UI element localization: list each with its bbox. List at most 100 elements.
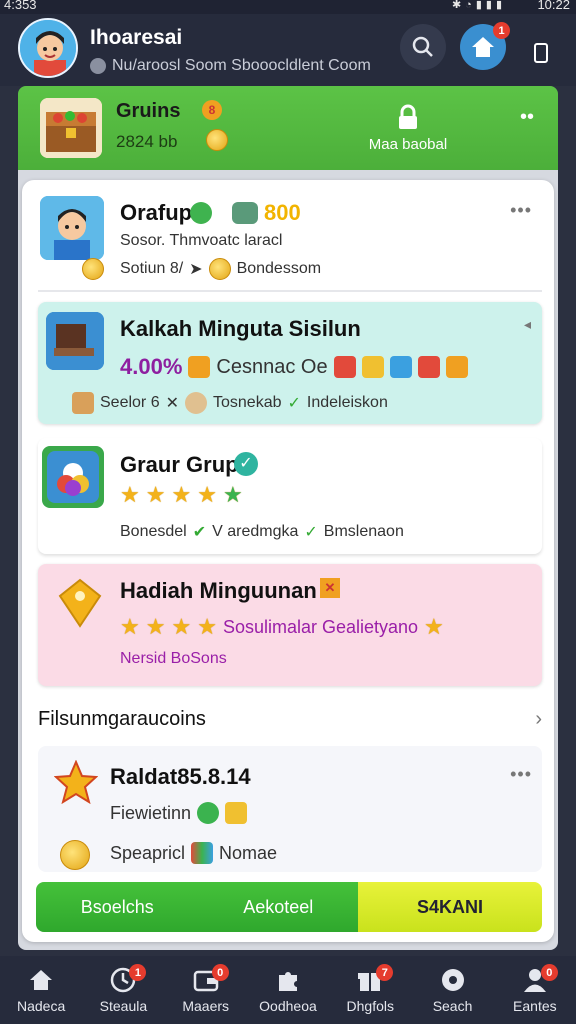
list-item[interactable]: Hadiah Minguunan ✕ ★ ★ ★ ★ Sosulimalar Geal… (38, 564, 542, 686)
banner-badge: 8 (202, 100, 222, 120)
boy-avatar-icon (40, 196, 104, 260)
primary-action-group: Bsoelchs Aekoteel (36, 882, 358, 932)
header-subtitle: Nu/aroosl Soom Sbooocldlent Coom (90, 57, 371, 75)
card-title: Kalkah Minguta Sisilun (120, 316, 361, 341)
select-button[interactable]: Bsoelchs (81, 897, 154, 918)
game-app-icon (42, 446, 104, 508)
battery-icon: ▮ (495, 0, 506, 11)
pet-icon (185, 392, 207, 414)
nav-badge: 1 (129, 964, 147, 981)
arrow-icon: ➤ (189, 261, 203, 278)
gift-icon (191, 842, 214, 864)
home-button[interactable]: 1 (460, 22, 510, 70)
scan-button[interactable]: S4KANI (358, 882, 542, 932)
nav-label: Nadeca (17, 998, 66, 1014)
card-meta: Nersid BoSons (120, 650, 227, 667)
star-badge-icon (54, 760, 98, 804)
gift-icon (389, 356, 412, 378)
gift-icon (417, 356, 440, 378)
star-icon: ★ (120, 482, 140, 507)
star-icon: ★ (145, 614, 166, 639)
divider (38, 290, 542, 292)
card-title: Raldat85.8.14 (110, 764, 251, 789)
main-panel: Orafup 800 Sosor. Thmvoatc laracl Sotiun… (18, 170, 558, 950)
banner-action-button[interactable]: Maa baobal (368, 104, 448, 153)
nav-badge: 0 (540, 964, 558, 981)
nav-item-profile[interactable]: 0 Eantes (494, 956, 576, 1024)
nav-label: Eantes (513, 998, 557, 1014)
arrow-icon: ✕ (165, 395, 179, 412)
card-line-text: Fiewietinn (110, 802, 192, 823)
card-coins: 800 (190, 200, 301, 226)
card-thumbnail (40, 196, 104, 260)
nav-label: Oodheoa (259, 998, 317, 1014)
card-title: Graur Grup (120, 452, 239, 477)
check-icon: ✓ (304, 524, 318, 541)
apple-icon (197, 802, 220, 824)
nav-item-search[interactable]: Seach (411, 956, 493, 1024)
app-header: Ihoaresai Nu/aroosl Soom Sbooocldlent Co… (0, 14, 576, 86)
more-icon[interactable]: ••• (510, 200, 532, 221)
card-meta: Seelor 6 ✕ Tosnekab ✓ Indeleiskon (72, 392, 388, 414)
card-meta: Bonesdel ✔ V aredmgka ✓ Bmslenaon (120, 522, 404, 542)
nav-item-home[interactable]: Nadeca (0, 956, 82, 1024)
card-meta-a: Seelor 6 (100, 394, 160, 411)
list-item[interactable]: Graur Grup ✓ ★ ★ ★ ★ ★ Bonesdel ✔ V aredmgka… (38, 438, 542, 554)
card-meta: Speapricl Nomae (110, 842, 277, 864)
search-icon (412, 36, 433, 57)
location-icon (90, 58, 106, 74)
plus-badge-icon (190, 202, 212, 224)
list-item[interactable]: Kalkah Minguta Sisilun ◂ 4.00% Cesnnac O… (38, 302, 542, 424)
content-sheet: Orafup 800 Sosor. Thmvoatc laracl Sotiun… (22, 180, 554, 942)
star-icon: ★ (120, 614, 140, 639)
nav-item-gifts[interactable]: 7 Dhgfols (329, 956, 411, 1024)
reward-tag-icon (58, 578, 102, 628)
star-icon: ★ (197, 482, 217, 507)
check-icon: ✓ (287, 395, 301, 412)
card-meta-b: V aredmgka (212, 523, 299, 540)
check-icon: ✔ (192, 524, 207, 541)
chevron-right-icon[interactable]: › (535, 708, 542, 731)
treasure-chest-icon (40, 98, 102, 158)
nav-label: Steaula (99, 998, 148, 1014)
more-icon[interactable]: ••• (510, 764, 532, 785)
star-icon: ★ (222, 482, 243, 507)
gift-icon (333, 356, 356, 378)
nav-label: Maaers (182, 998, 230, 1014)
phone-button[interactable] (528, 40, 554, 66)
collapse-icon[interactable]: ◂ (524, 316, 532, 333)
star-icon: ★ (197, 614, 217, 639)
coin-stack-icon (188, 356, 211, 378)
coin-stack-icon (206, 129, 228, 156)
card-title: Hadiah Minguunan (120, 578, 317, 603)
wifi-icon: ◔ (465, 0, 476, 11)
promo-banner[interactable]: Gruins 8 2824 bb Maa baobal •• (18, 86, 558, 170)
bottom-nav: Nadeca 1 Steaula 0 Maaers Oodheoa 7 Dhgf… (0, 956, 576, 1024)
featured-card[interactable]: Raldat85.8.14 ••• Fiewietinn Speapricl N… (38, 746, 542, 872)
card-meta: Sotiun 8/ ➤ Bondessom (120, 258, 321, 280)
card-meta-c: Bmslenaon (323, 523, 404, 540)
nav-item-status[interactable]: 1 Steaula (82, 956, 164, 1024)
explore-icon (439, 966, 467, 994)
card-meta-a: Bonesdel (120, 523, 187, 540)
coin-icon (208, 258, 231, 280)
badge-icon: ✕ (320, 578, 340, 598)
avatar[interactable] (18, 18, 78, 78)
activate-button[interactable]: Aekoteel (243, 897, 313, 918)
avatar-image (20, 20, 76, 76)
nav-item-puzzle[interactable]: Oodheoa (247, 956, 329, 1024)
rating-row: ★ ★ ★ ★ Sosulimalar Gealietyano ★ (120, 616, 444, 638)
card-meta-a: Speapricl (110, 842, 186, 863)
card-line: Sosor. Thmvoatc laracl (120, 232, 283, 249)
search-button[interactable] (400, 24, 446, 70)
card-line: Sosulimalar Gealietyano (222, 616, 419, 637)
status-time-right: 10:22 (537, 0, 570, 12)
status-icons: ✱◔▮▮▮ (452, 0, 506, 11)
banner-thumbnail (40, 98, 102, 158)
card-percent-text: Cesnnac Oe (216, 355, 328, 378)
card-meta-a: Sotiun 8/ (120, 260, 184, 277)
banner-more-icon[interactable]: •• (520, 106, 534, 129)
nav-item-wallet[interactable]: 0 Maaers (165, 956, 247, 1024)
card-meta-b: Nomae (219, 842, 278, 863)
list-item[interactable]: Orafup 800 Sosor. Thmvoatc laracl Sotiun… (38, 180, 542, 290)
